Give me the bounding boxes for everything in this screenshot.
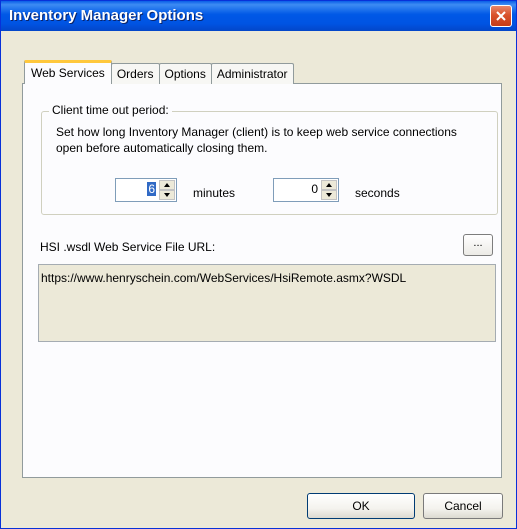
seconds-spinner[interactable]: 0 <box>273 178 339 202</box>
wsdl-url-label: HSI .wsdl Web Service File URL: <box>40 240 216 254</box>
tab-options[interactable]: Options <box>158 63 212 84</box>
seconds-spin-buttons <box>321 180 337 200</box>
ok-button[interactable]: OK <box>307 493 415 519</box>
client-timeout-description: Set how long Inventory Manager (client) … <box>56 125 457 155</box>
seconds-up-button[interactable] <box>321 180 337 190</box>
tab-web-services[interactable]: Web Services <box>24 60 112 84</box>
minutes-down-button[interactable] <box>159 190 175 200</box>
close-icon <box>496 11 506 21</box>
minutes-spin-buttons <box>159 180 175 200</box>
arrow-up-icon <box>326 183 332 187</box>
seconds-value[interactable]: 0 <box>311 182 318 196</box>
tab-orders[interactable]: Orders <box>110 63 160 84</box>
arrow-up-icon <box>164 183 170 187</box>
minutes-label: minutes <box>193 186 236 200</box>
window-title: Inventory Manager Options <box>9 7 204 24</box>
close-button[interactable] <box>490 5 512 27</box>
arrow-down-icon <box>164 193 170 197</box>
title-bar[interactable]: Inventory Manager Options <box>1 1 516 31</box>
seconds-down-button[interactable] <box>321 190 337 200</box>
seconds-label: seconds <box>355 186 400 200</box>
tab-administrator[interactable]: Administrator <box>210 63 294 84</box>
tab-strip: Web Services Orders Options Administrato… <box>24 60 294 84</box>
browse-button[interactable]: ... <box>463 234 493 256</box>
minutes-up-button[interactable] <box>159 180 175 190</box>
wsdl-url-field[interactable]: https://www.henryschein.com/WebServices/… <box>38 264 496 342</box>
client-timeout-legend: Client time out period: <box>49 103 172 117</box>
minutes-value[interactable]: 6 <box>147 182 156 196</box>
cancel-button[interactable]: Cancel <box>423 493 503 519</box>
arrow-down-icon <box>326 193 332 197</box>
minutes-spinner[interactable]: 6 <box>115 178 177 202</box>
